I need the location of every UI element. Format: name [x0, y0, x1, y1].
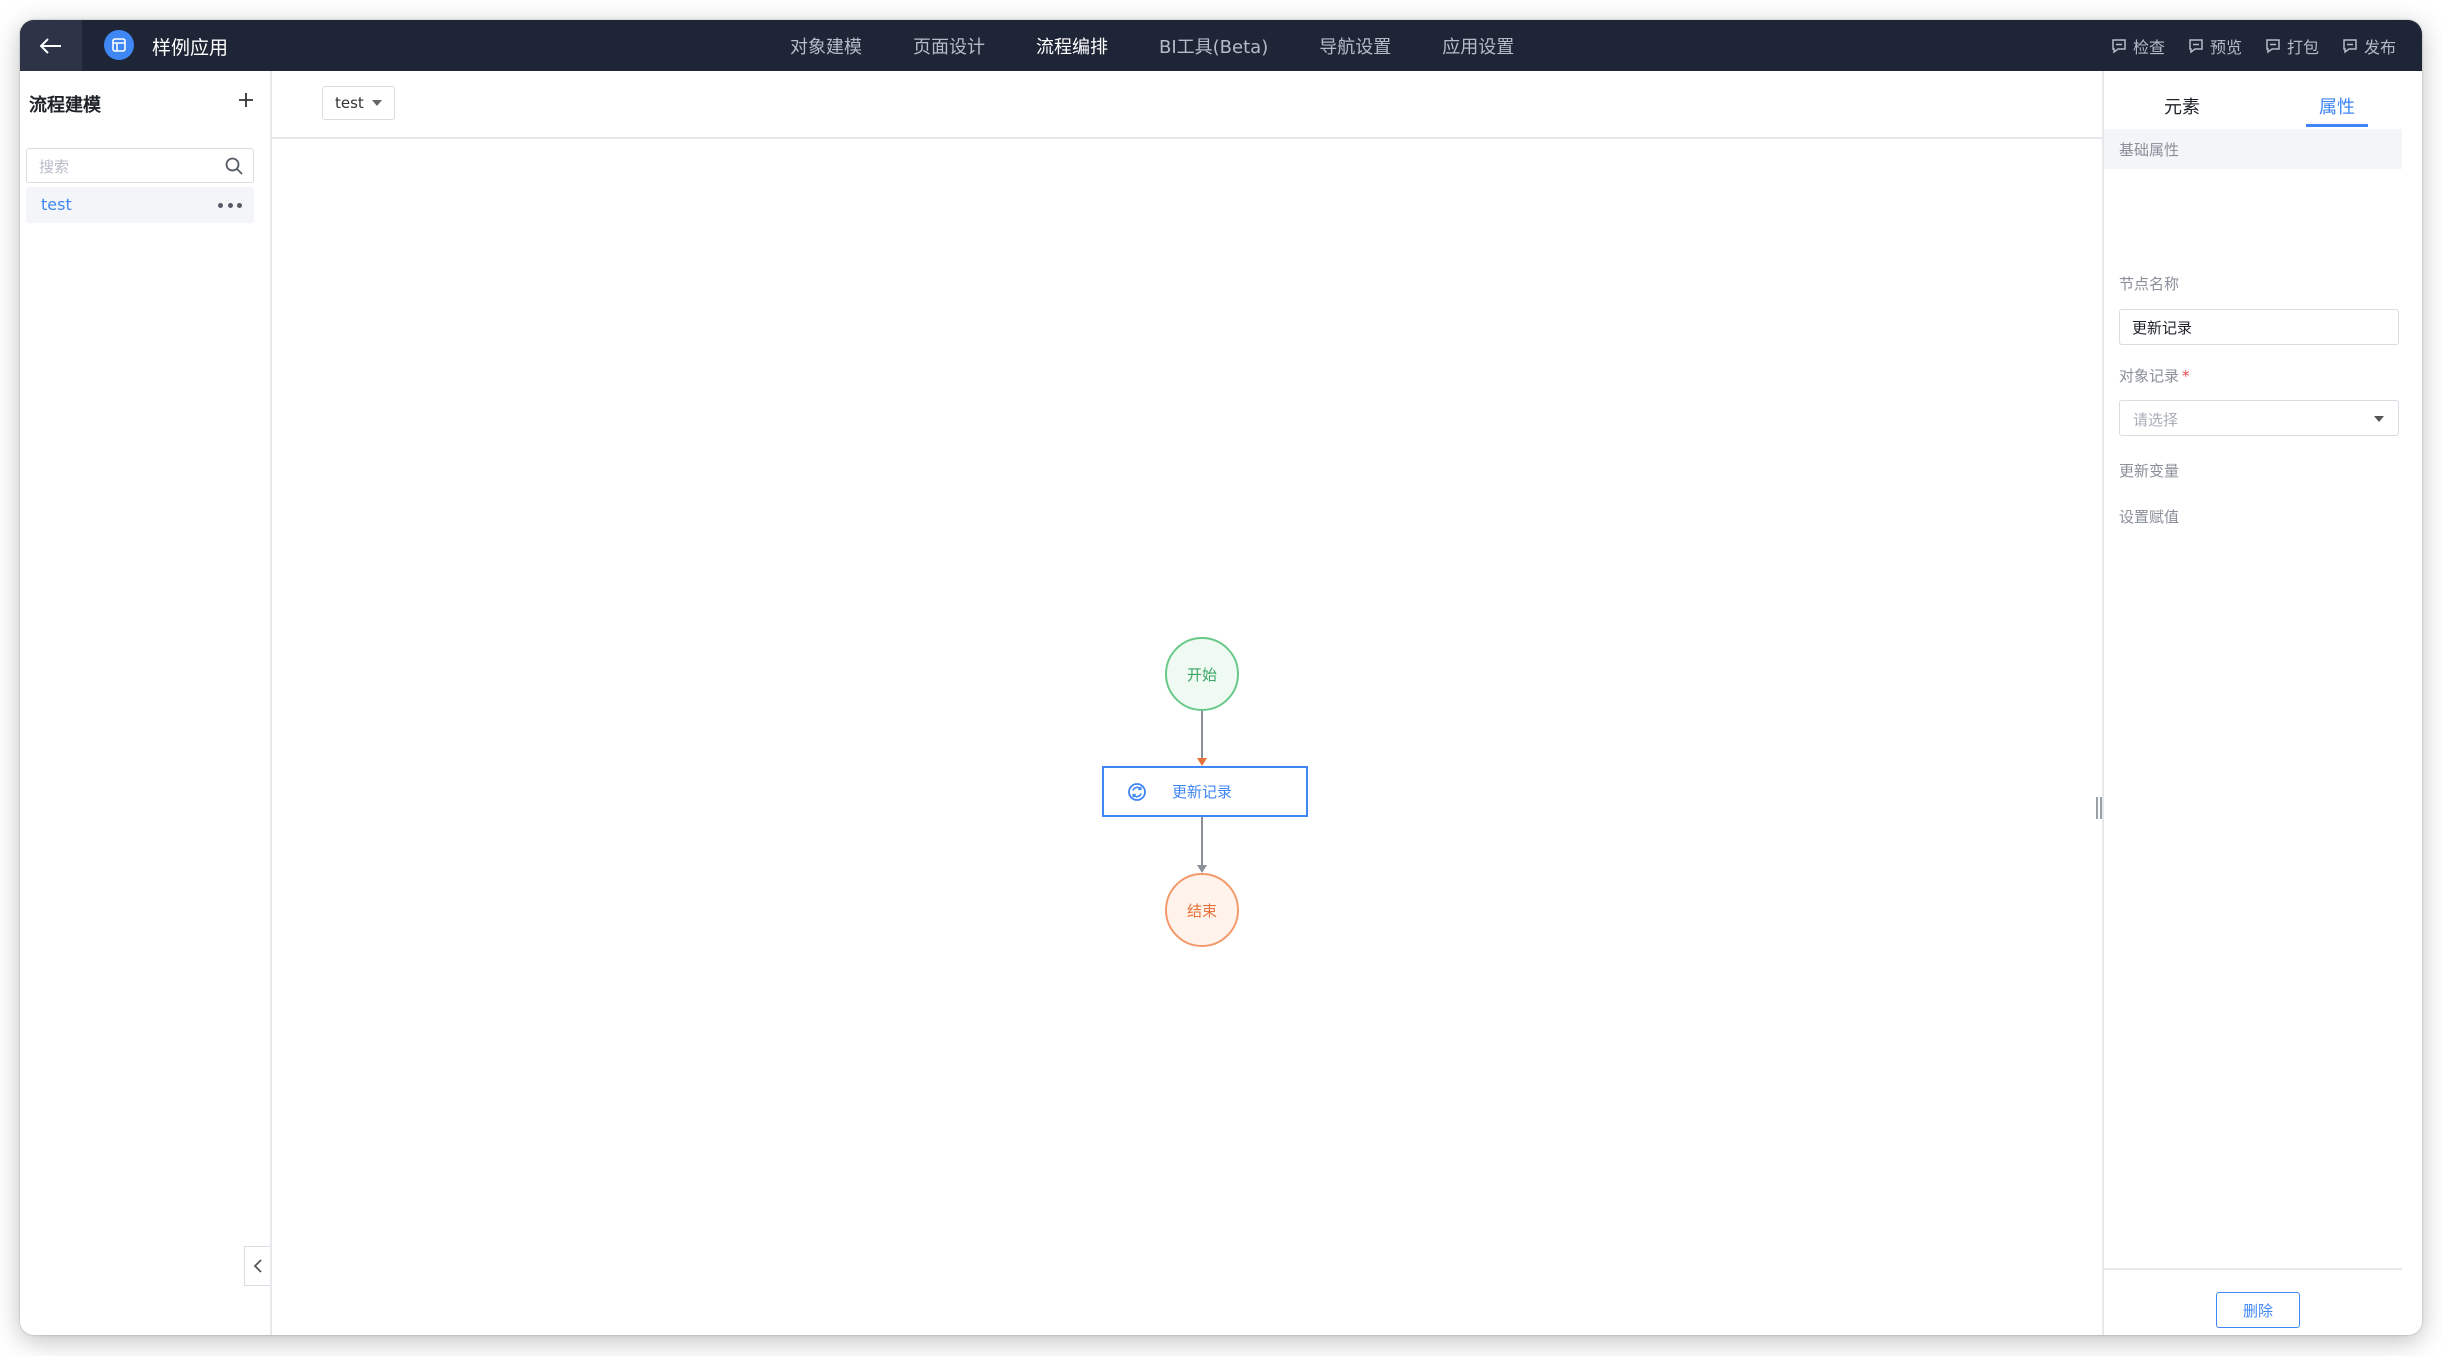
check-button[interactable]: 检查: [2110, 34, 2165, 58]
update-node-label: 更新记录: [1172, 783, 1233, 801]
main-nav: 对象建模 页面设计 流程编排 BI工具(Beta) 导航设置 应用设置: [790, 20, 1565, 71]
edge-start-to-update: [1201, 711, 1203, 759]
nav-item-bi-tools[interactable]: BI工具(Beta): [1159, 33, 1268, 59]
flow-item-label: test: [41, 195, 72, 214]
package-icon: [2266, 38, 2280, 53]
nav-item-flow-orchestration[interactable]: 流程编排: [1036, 33, 1108, 59]
package-label: 打包: [2286, 37, 2319, 57]
collapse-sidebar-button[interactable]: [244, 1246, 270, 1286]
end-node[interactable]: 结束: [1165, 873, 1239, 947]
edge-update-to-end: [1201, 817, 1203, 866]
search-icon[interactable]: [224, 156, 244, 176]
search-box: [26, 148, 254, 183]
main-area: test 开始 更新记录 结束: [272, 71, 2102, 1335]
arrow-left-icon: [40, 37, 61, 54]
tab-properties[interactable]: 属性: [2319, 93, 2355, 119]
app-name: 样例应用: [152, 37, 229, 59]
nav-item-object-modeling[interactable]: 对象建模: [790, 33, 862, 59]
tab-elements[interactable]: 元素: [2164, 93, 2200, 119]
delete-button[interactable]: 删除: [2216, 1292, 2300, 1328]
node-name-input[interactable]: [2119, 309, 2399, 345]
top-tools: 检查 预览 打包 发布: [2088, 20, 2396, 71]
caret-down-icon: [371, 100, 382, 106]
plus-icon: [239, 93, 253, 107]
flow-sidebar: 流程建模 test: [20, 71, 272, 1335]
update-record-node[interactable]: 更新记录: [1102, 766, 1308, 817]
check-label: 检查: [2132, 37, 2165, 57]
flow-select[interactable]: test: [322, 86, 395, 120]
object-record-label: 对象记录: [2119, 367, 2180, 385]
sidebar-title: 流程建模: [29, 95, 101, 116]
preview-button[interactable]: 预览: [2187, 34, 2242, 58]
app-window: 样例应用 对象建模 页面设计 流程编排 BI工具(Beta) 导航设置 应用设置…: [20, 20, 2422, 1335]
top-bar: 样例应用 对象建模 页面设计 流程编排 BI工具(Beta) 导航设置 应用设置…: [20, 20, 2422, 71]
canvas-toolbar: test: [272, 71, 2102, 139]
caret-down-icon: [2374, 416, 2384, 422]
properties-panel: 元素 属性 基础属性 节点名称 对象记录* 请选择 更新变量 设置赋值 删除: [2102, 71, 2422, 1335]
end-node-label: 结束: [1186, 901, 1217, 920]
node-name-label: 节点名称: [2119, 275, 2180, 293]
nav-item-app-settings[interactable]: 应用设置: [1442, 33, 1514, 59]
panel-tabs: 元素 属性: [2104, 71, 2404, 129]
flow-select-value: test: [335, 94, 364, 112]
flow-canvas[interactable]: 开始 更新记录 结束: [272, 139, 2102, 1335]
nav-item-page-design[interactable]: 页面设计: [913, 33, 985, 59]
preview-label: 预览: [2209, 37, 2242, 57]
arrow-head: [1197, 865, 1207, 873]
start-node-label: 开始: [1186, 665, 1217, 684]
more-icon[interactable]: [218, 196, 242, 214]
flow-list-item[interactable]: test: [26, 187, 254, 223]
publish-icon: [2343, 38, 2357, 53]
publish-button[interactable]: 发布: [2341, 34, 2396, 58]
start-node[interactable]: 开始: [1165, 637, 1239, 711]
preview-icon: [2189, 38, 2203, 53]
package-button[interactable]: 打包: [2264, 34, 2319, 58]
refresh-record-icon: [1128, 782, 1146, 801]
arrow-head: [1197, 758, 1207, 766]
required-mark: *: [2182, 367, 2190, 385]
app-logo-icon: [104, 30, 134, 60]
assign-value-label: 设置赋值: [2119, 508, 2180, 526]
section-basic-properties: 基础属性: [2104, 129, 2402, 169]
object-record-select[interactable]: 请选择: [2119, 400, 2399, 436]
chevron-left-icon: [253, 1259, 262, 1273]
active-tab-indicator: [2306, 124, 2368, 127]
check-icon: [2112, 38, 2126, 53]
panel-footer-divider: [2104, 1268, 2402, 1270]
object-record-label-wrap: 对象记录 *: [2119, 365, 2190, 386]
nav-item-navigation-settings[interactable]: 导航设置: [1319, 33, 1391, 59]
publish-label: 发布: [2363, 37, 2396, 57]
search-input[interactable]: [37, 155, 211, 179]
object-record-placeholder: 请选择: [2133, 411, 2179, 429]
add-flow-button[interactable]: [233, 87, 259, 113]
back-button[interactable]: [20, 20, 82, 71]
update-variable-label: 更新变量: [2119, 462, 2180, 480]
